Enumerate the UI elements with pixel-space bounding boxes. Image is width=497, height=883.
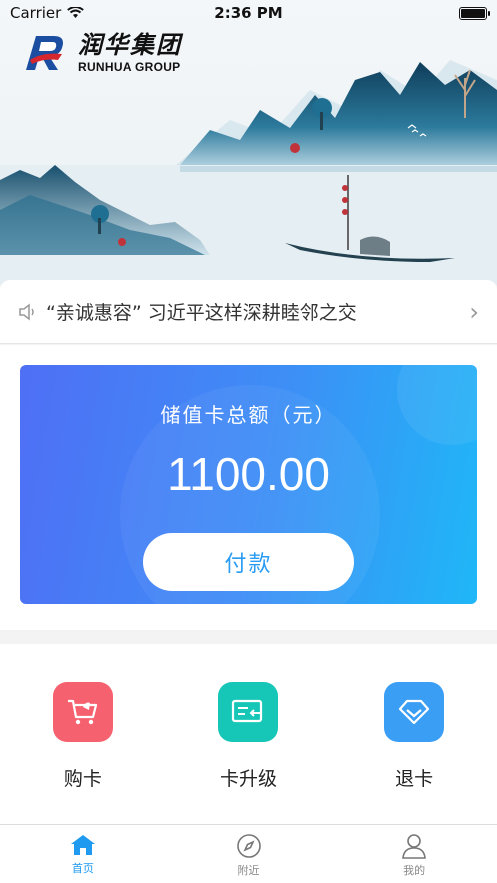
action-label: 退卡 (395, 768, 434, 790)
carrier-label: Carrier (10, 4, 62, 22)
logo-chinese-name: 润华集团 (78, 30, 182, 59)
banner: 润华集团 RUNHUA GROUP (0, 0, 497, 285)
action-return-card[interactable]: 退卡 (354, 682, 474, 824)
tab-label: 我的 (403, 864, 426, 877)
chevron-right-icon: › (469, 297, 479, 326)
wifi-icon (67, 7, 85, 18)
diamond-icon (384, 682, 445, 742)
shopping-cart-icon (52, 682, 113, 742)
news-notice-bar[interactable]: “亲诚惠容” 习近平这样深耕睦邻之交 › (0, 280, 497, 344)
card-section: 储值卡总额（元） 1100.00 付款 (0, 345, 497, 630)
logo-mark-icon (26, 36, 63, 70)
action-label: 购卡 (63, 768, 102, 790)
action-card-upgrade[interactable]: 卡升级 (188, 682, 308, 824)
compass-icon (236, 834, 261, 858)
tab-label: 附近 (237, 864, 260, 877)
stored-value-card: 储值卡总额（元） 1100.00 付款 (20, 365, 477, 604)
card-upgrade-icon (218, 682, 279, 742)
action-label: 卡升级 (219, 768, 277, 790)
tab-home[interactable]: 首页 (0, 825, 166, 883)
runhua-logo: 润华集团 RUNHUA GROUP (22, 30, 182, 74)
pay-button[interactable]: 付款 (143, 533, 354, 591)
speaker-icon (19, 302, 34, 321)
quick-actions: 购卡 卡升级 退卡 (0, 644, 497, 824)
tab-label: 首页 (71, 862, 94, 875)
card-total-label: 储值卡总额（元） (160, 403, 337, 427)
logo-english-name: RUNHUA GROUP (78, 60, 181, 74)
status-bar: Carrier 2:36 PM (0, 0, 497, 26)
home-icon (70, 835, 95, 855)
user-icon (402, 834, 427, 859)
battery-icon (459, 6, 490, 20)
notice-text: “亲诚惠容” 习近平这样深耕睦邻之交 (46, 302, 357, 324)
tab-bar: 首页 附近 我的 (0, 824, 497, 883)
card-total-amount: 1100.00 (167, 448, 330, 500)
tab-mine[interactable]: 我的 (331, 825, 497, 883)
tab-nearby[interactable]: 附近 (166, 825, 332, 883)
action-buy-card[interactable]: 购卡 (23, 682, 143, 824)
